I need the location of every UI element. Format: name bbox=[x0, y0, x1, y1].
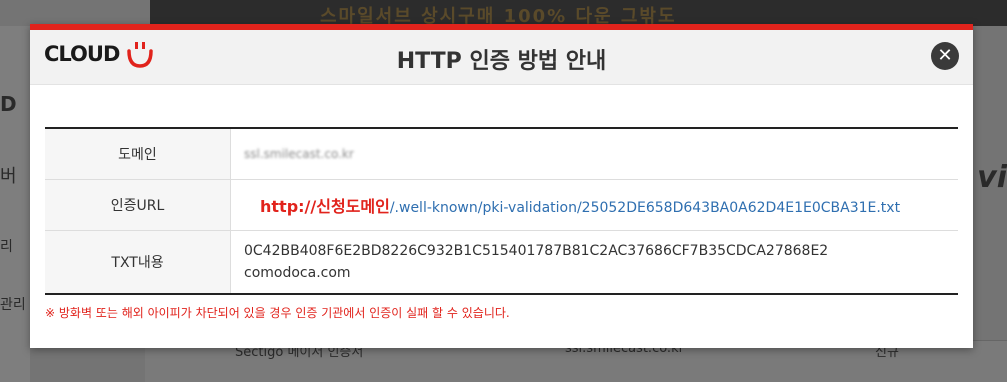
close-icon: ✕ bbox=[937, 45, 953, 66]
table-row: TXT내용 0C42BB408F6E2BD8226C932B1C51540178… bbox=[45, 230, 959, 295]
url-path[interactable]: /.well-known/pki-validation/25052DE658D6… bbox=[390, 200, 900, 216]
modal-header: CLOUD HTTP 인증 방법 안내 ✕ bbox=[30, 30, 973, 85]
background-left-label: 버 bbox=[0, 166, 17, 187]
background-left-label: 관리 bbox=[0, 297, 26, 313]
url-prefix: http://신청도메인 bbox=[260, 197, 390, 216]
txt-ca: comodoca.com bbox=[244, 265, 351, 281]
background-left-label: D bbox=[0, 92, 17, 116]
firewall-notice: ※ 방화벽 또는 해외 아이피가 차단되어 있을 경우 인증 기관에서 인증이 … bbox=[45, 306, 510, 320]
txt-hash: 0C42BB408F6E2BD8226C932B1C515401787B81C2… bbox=[244, 243, 829, 259]
auth-info-table: 도메인 ssl.smilecast.co.kr 인증URL http://신청도… bbox=[45, 127, 958, 295]
table-row: 도메인 ssl.smilecast.co.kr bbox=[45, 128, 958, 180]
background-banner: 스마일서브 상시구매 100% 다운 그밖도 bbox=[150, 0, 1007, 27]
modal-title: HTTP 인증 방법 안내 bbox=[396, 49, 607, 74]
close-button[interactable]: ✕ bbox=[931, 42, 959, 70]
txt-value-cell: 0C42BB408F6E2BD8226C932B1C515401787B81C2… bbox=[231, 231, 959, 295]
txt-label: TXT내용 bbox=[45, 230, 231, 294]
background-left-label: 리 bbox=[0, 239, 13, 255]
background-left-panel: D 버 리 관리 bbox=[0, 26, 30, 382]
url-value-cell: http://신청도메인/.well-known/pki-validation/… bbox=[230, 179, 958, 231]
url-label: 인증URL bbox=[45, 179, 231, 231]
domain-value: ssl.smilecast.co.kr bbox=[244, 147, 354, 161]
http-auth-modal: CLOUD HTTP 인증 방법 안내 ✕ 도메인 ssl.smilecast.… bbox=[30, 24, 973, 348]
domain-value-cell: ssl.smilecast.co.kr bbox=[230, 128, 958, 180]
table-row: 인증URL http://신청도메인/.well-known/pki-valid… bbox=[45, 179, 958, 231]
domain-label: 도메인 bbox=[45, 128, 231, 180]
background-right-text: vi bbox=[977, 160, 1007, 195]
